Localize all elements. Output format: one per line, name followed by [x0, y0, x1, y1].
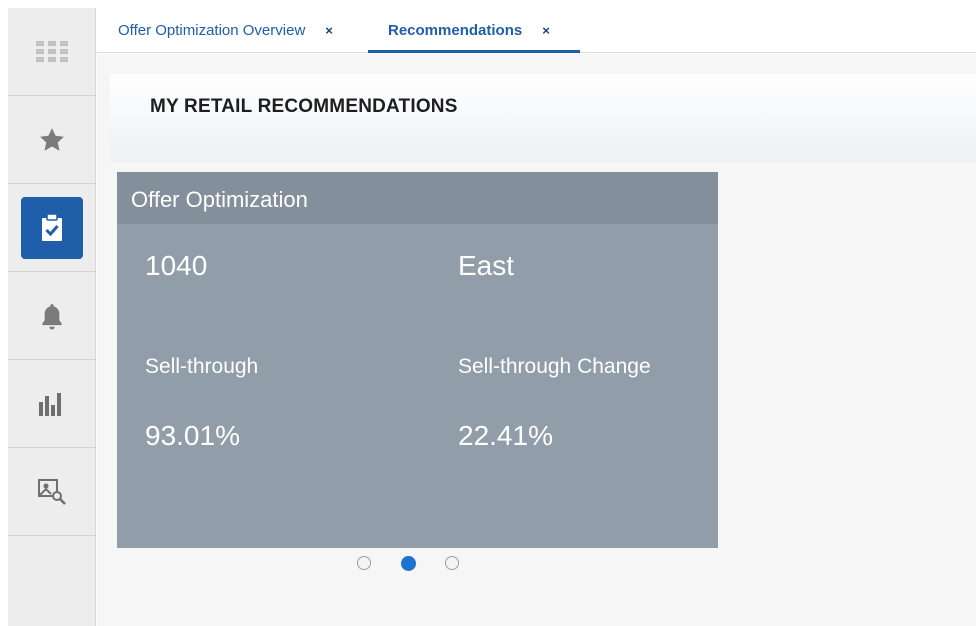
sell-through-change-value: 22.41% — [458, 420, 553, 451]
bar-chart-icon — [39, 392, 61, 416]
clipboard-check-icon — [42, 212, 62, 241]
left-rail — [8, 8, 96, 626]
apps-grid-button[interactable] — [8, 8, 96, 96]
card-title: Offer Optimization — [131, 187, 308, 212]
pager-dot-2-active[interactable] — [401, 556, 416, 571]
sell-through-change-label: Sell-through Change — [458, 355, 651, 378]
tab-offer-optimization-overview[interactable]: Offer Optimization Overview × — [118, 8, 333, 53]
sell-through-label: Sell-through — [145, 355, 259, 378]
tab-label: Offer Optimization Overview — [118, 22, 306, 39]
sell-through-value: 93.01% — [145, 420, 240, 451]
active-tab-indicator — [368, 50, 580, 53]
recommendation-card[interactable]: Offer Optimization 1040 East Sell-throug… — [117, 172, 718, 548]
close-icon[interactable]: × — [542, 23, 550, 38]
bell-icon — [42, 303, 62, 329]
star-icon — [40, 127, 64, 151]
card-header: Offer Optimization — [117, 172, 718, 224]
notifications-button[interactable] — [8, 272, 96, 360]
region-value: East — [458, 250, 515, 281]
main-content: MY RETAIL RECOMMENDATIONS Offer Optimiza… — [97, 54, 976, 626]
tab-bar: Offer Optimization Overview × Recommenda… — [96, 8, 976, 53]
favorites-button[interactable] — [8, 96, 96, 184]
apps-grid-icon — [36, 40, 68, 62]
page-header: MY RETAIL RECOMMENDATIONS — [110, 74, 976, 162]
tab-label: Recommendations — [388, 22, 523, 39]
image-search-button[interactable] — [8, 448, 96, 536]
page-title: MY RETAIL RECOMMENDATIONS — [150, 96, 458, 117]
active-rail-highlight — [21, 196, 83, 259]
close-icon[interactable]: × — [325, 23, 333, 38]
pager-dot-3[interactable] — [445, 556, 459, 570]
tasks-button[interactable] — [8, 184, 96, 272]
store-id: 1040 — [145, 250, 208, 281]
pager-dot-1[interactable] — [357, 556, 371, 570]
analytics-button[interactable] — [8, 360, 96, 448]
carousel-pager — [355, 554, 465, 574]
rail-empty-slot — [8, 536, 96, 624]
image-search-icon — [38, 478, 66, 505]
tab-recommendations[interactable]: Recommendations × — [388, 8, 550, 53]
